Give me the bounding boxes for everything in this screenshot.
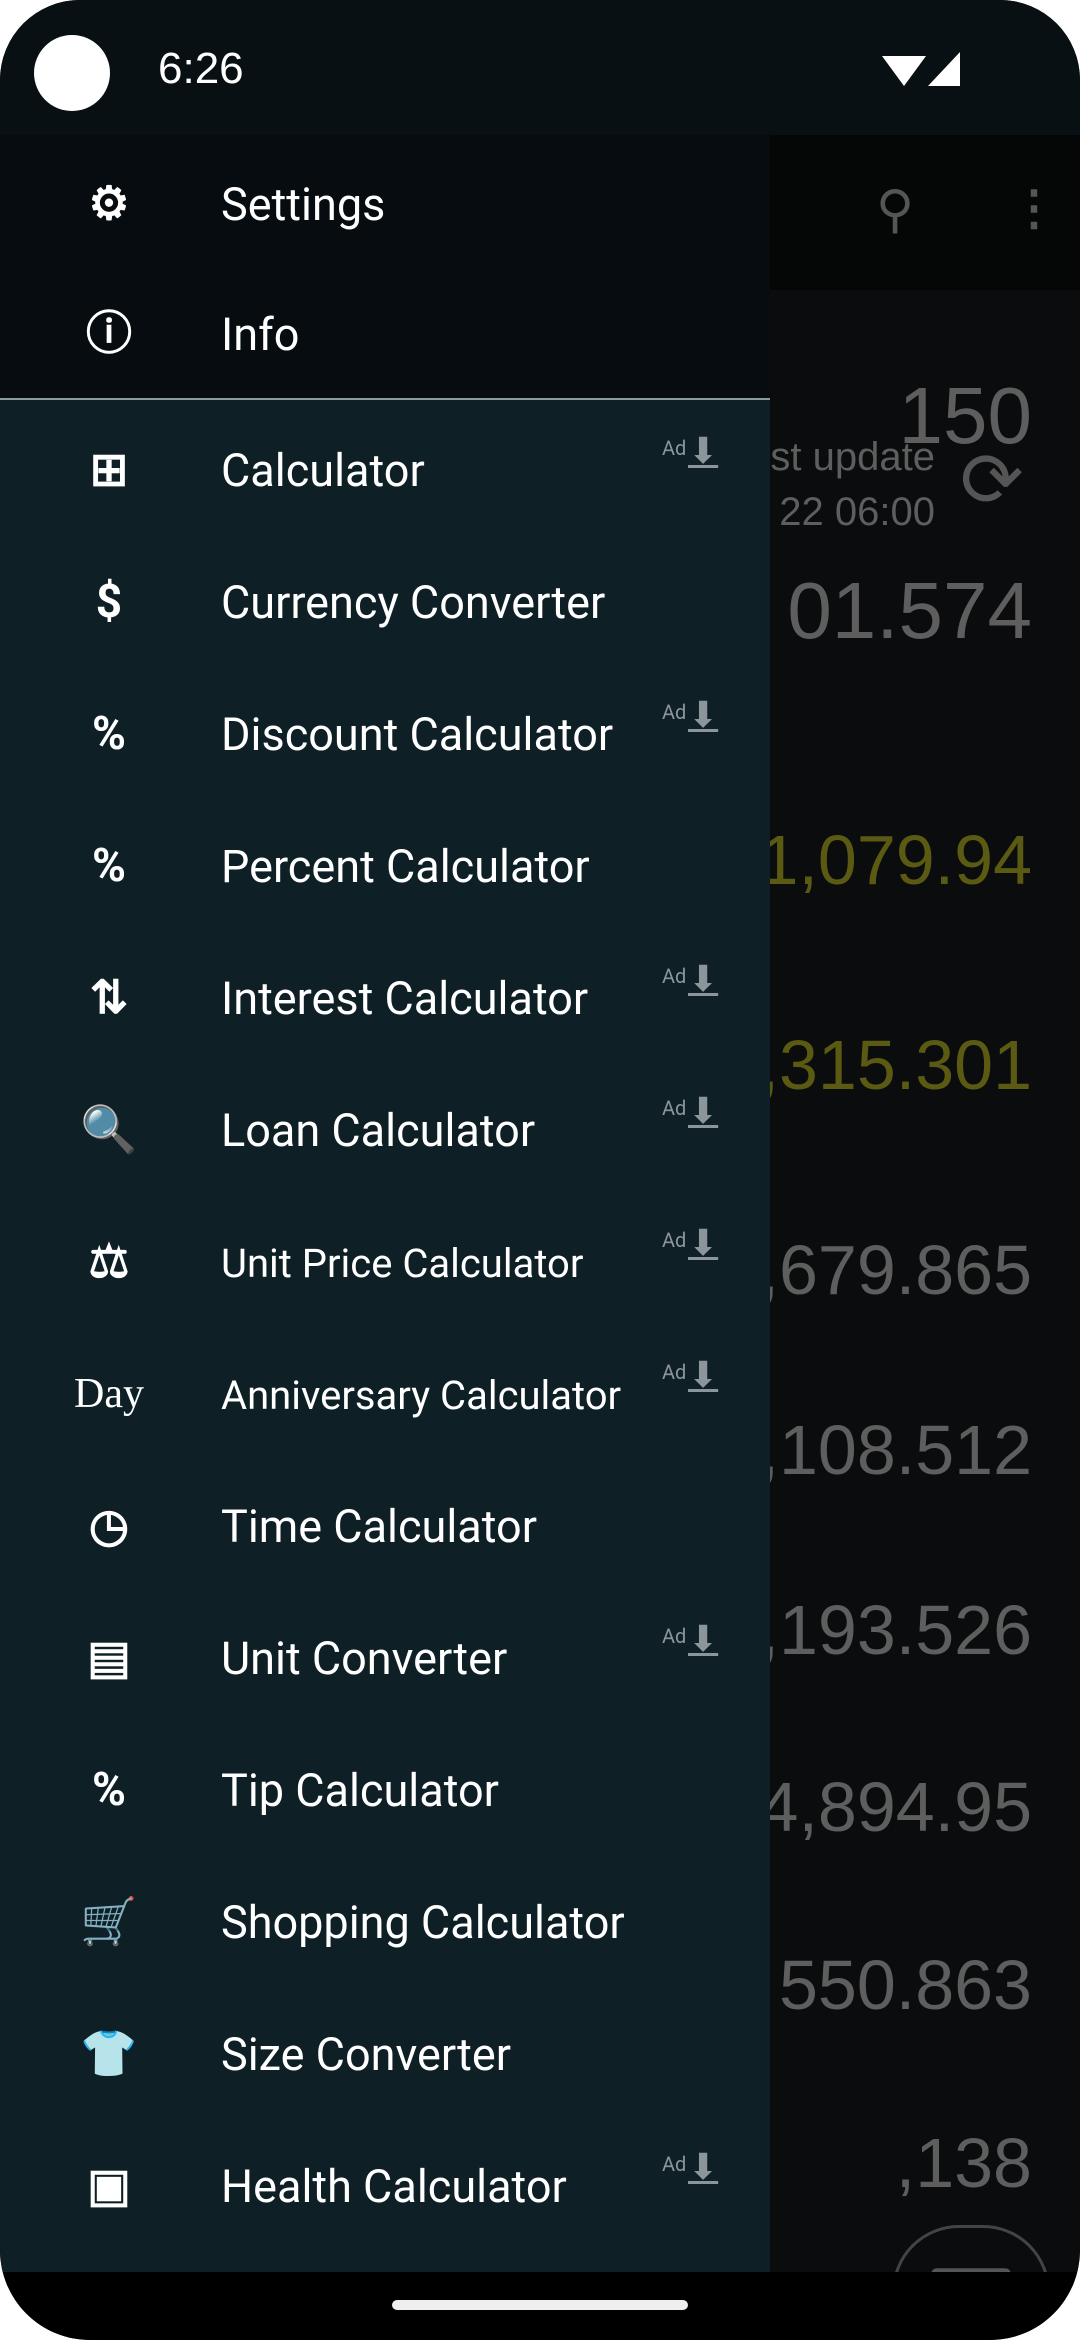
interest-icon: ⇅	[89, 971, 129, 1025]
ad-badge: Ad	[662, 964, 687, 988]
background-value: ,108.512	[759, 1411, 1032, 1489]
info-icon: ⓘ	[86, 307, 132, 361]
drawer-item[interactable]: Day Anniversary Calculator Ad ⬇	[0, 1328, 770, 1460]
drawer-header: ⚙ Settings ⓘ Info	[0, 135, 770, 400]
background-value: ,193.526	[759, 1591, 1032, 1669]
background-value: 22 06:00	[779, 490, 935, 534]
download-icon: ⬇	[688, 1354, 719, 1396]
navigation-drawer: ⚙ Settings ⓘ Info ⊞ Calculator Ad ⬇ $ Currenc…	[0, 135, 770, 2272]
ad-badge: Ad	[662, 1228, 687, 1252]
navigation-bar	[0, 2272, 1080, 2340]
drawer-item[interactable]: 🔍 Loan Calculator Ad ⬇	[0, 1064, 770, 1196]
background-value: 01.574	[787, 566, 1032, 655]
gear-icon: ⚙	[88, 177, 130, 231]
download-icon: ⬇	[688, 694, 719, 736]
discount-bag-icon: %	[91, 707, 126, 761]
ad-badge: Ad	[662, 2152, 687, 2176]
drawer-item-label: Unit Converter	[221, 1632, 508, 1685]
drawer-item-info[interactable]: ⓘ Info	[0, 268, 770, 400]
download-icon: ⬇	[688, 2146, 719, 2188]
drawer-item-label: Health Calculator	[221, 2160, 567, 2213]
drawer-item-label: Tip Calculator	[221, 1764, 499, 1817]
shirt-icon: 👕	[80, 2027, 138, 2081]
drawer-item[interactable]: ▣ Health Calculator Ad ⬇	[0, 2120, 770, 2252]
ad-badge: Ad	[662, 436, 687, 460]
calculator-icon: ⊞	[89, 443, 129, 497]
ad-badge: Ad	[662, 700, 687, 724]
settings-label: Settings	[221, 178, 386, 231]
scale-icon: ⚖	[88, 1235, 130, 1289]
background-value: ,679.865	[759, 1231, 1032, 1309]
status-time: 6:26	[158, 44, 244, 93]
background-value: ,315.301	[759, 1026, 1032, 1104]
download-icon: ⬇	[688, 430, 719, 472]
camera-cutout	[34, 35, 110, 111]
drawer-item-label: Size Converter	[221, 2028, 512, 2081]
drawer-item[interactable]: 👕 Size Converter	[0, 1988, 770, 2120]
background-value: 550.863	[778, 1946, 1032, 2024]
drawer-item[interactable]: ⚖ Unit Price Calculator Ad ⬇	[0, 1196, 770, 1328]
ad-badge: Ad	[662, 1096, 687, 1120]
background-value: ,138	[895, 2124, 1032, 2202]
drawer-item[interactable]: ▤ Unit Converter Ad ⬇	[0, 1592, 770, 1724]
signal-icon	[928, 52, 960, 86]
drawer-item-label: Loan Calculator	[221, 1104, 536, 1157]
drawer-item[interactable]: ⊞ Calculator Ad ⬇	[0, 404, 770, 536]
download-icon: ⬇	[688, 1618, 719, 1660]
drawer-item-label: Discount Calculator	[221, 708, 614, 761]
drawer-item-label: Interest Calculator	[221, 972, 589, 1025]
search-icon[interactable]: ⚲	[876, 179, 914, 240]
ad-badge: Ad	[662, 1624, 687, 1648]
download-icon: ⬇	[688, 958, 719, 1000]
download-icon: ⬇	[688, 1222, 719, 1264]
download-icon: ⬇	[688, 1090, 719, 1132]
cart-icon: 🛒	[80, 1895, 138, 1949]
dollar-icon: $	[95, 575, 123, 629]
drawer-item[interactable]: % Tip Calculator	[0, 1724, 770, 1856]
home-handle[interactable]	[392, 2300, 688, 2310]
drawer-item[interactable]: % Percent Calculator	[0, 800, 770, 932]
health-scale-icon: ▣	[87, 2159, 131, 2213]
info-label: Info	[221, 308, 300, 361]
drawer-item[interactable]: ◷ Time Calculator	[0, 1460, 770, 1592]
background-value: st update	[770, 435, 935, 479]
loan-icon: 🔍	[80, 1103, 138, 1157]
drawer-item[interactable]: $ Currency Converter	[0, 536, 770, 668]
drawer-item-label: Time Calculator	[221, 1500, 537, 1553]
tip-icon: %	[91, 1763, 126, 1817]
drawer-item[interactable]: % Discount Calculator Ad ⬇	[0, 668, 770, 800]
clock-icon: ◷	[88, 1499, 130, 1553]
drawer-item-label: Calculator	[221, 444, 425, 497]
status-bar: 6:26	[0, 0, 1080, 135]
ruler-icon: ▤	[87, 1631, 131, 1685]
background-value: 1,079.94	[759, 821, 1032, 899]
background-value: 4,894.95	[759, 1768, 1032, 1846]
ad-badge: Ad	[662, 1360, 687, 1384]
more-icon[interactable]: ⋮	[1010, 179, 1058, 236]
drawer-item[interactable]: ⇅ Interest Calculator Ad ⬇	[0, 932, 770, 1064]
drawer-item-label: Percent Calculator	[221, 840, 590, 893]
drawer-item-label: Shopping Calculator	[221, 1896, 625, 1949]
drawer-item-label: Currency Converter	[221, 576, 606, 629]
day-icon: Day	[74, 1371, 144, 1417]
drawer-item[interactable]: 🛒 Shopping Calculator	[0, 1856, 770, 1988]
phone-screen: 6:26 ⚲ ⋮ ⟳ 150st update 22 06:00 01.574 1,0…	[0, 0, 1080, 2340]
drawer-item-label: Unit Price Calculator	[221, 1240, 584, 1287]
percent-icon: %	[91, 839, 126, 893]
wifi-icon	[882, 56, 926, 86]
drawer-item-settings[interactable]: ⚙ Settings	[0, 138, 770, 270]
drawer-item-label: Anniversary Calculator	[221, 1372, 622, 1419]
